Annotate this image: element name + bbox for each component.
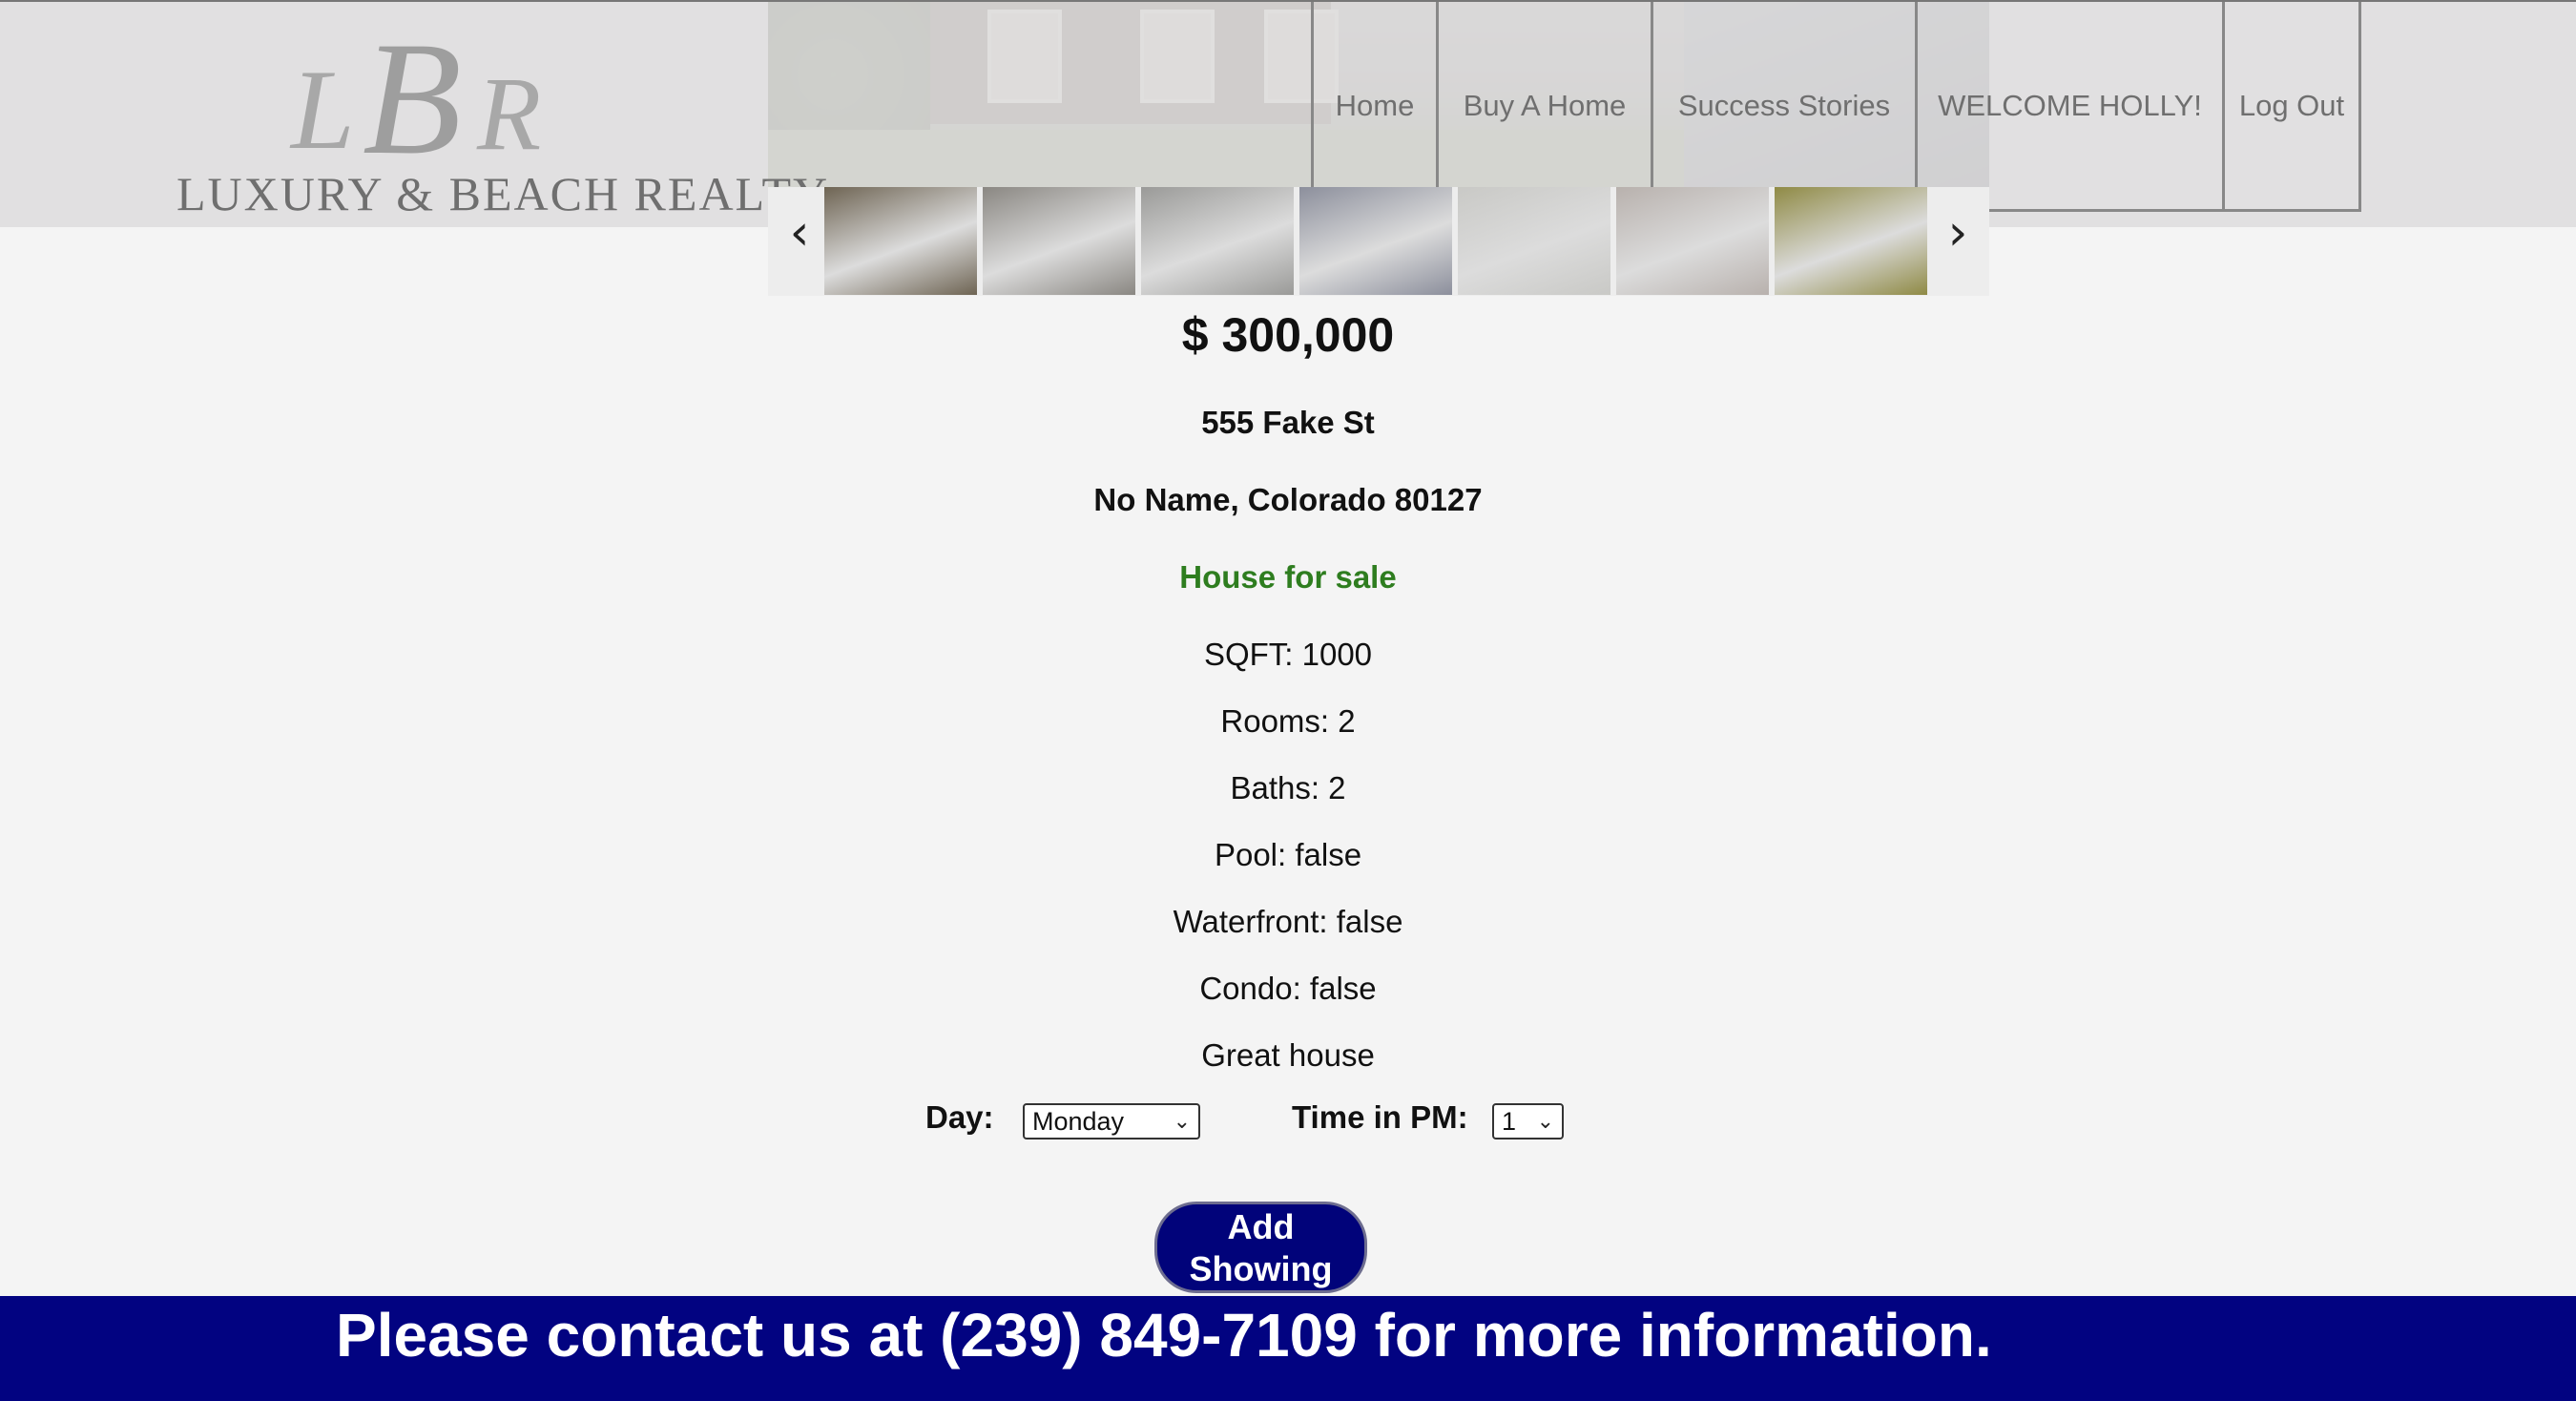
listing-waterfront: Waterfront: false bbox=[1173, 904, 1403, 939]
add-showing-button[interactable]: Add Showing bbox=[1154, 1202, 1367, 1293]
gallery-thumbnail[interactable] bbox=[1775, 187, 1927, 295]
chevron-down-icon: ⌄ bbox=[1173, 1109, 1191, 1133]
brand-logo[interactable]: L B R LUXURY & BEACH REALTY bbox=[172, 9, 827, 225]
nav-buy-a-home[interactable]: Buy A Home bbox=[1436, 2, 1651, 212]
contact-message: Please contact us at (239) 849-7109 for … bbox=[336, 1301, 1992, 1370]
nav-welcome-user: WELCOME HOLLY! bbox=[1915, 2, 2222, 212]
gallery-thumbnail[interactable] bbox=[1458, 187, 1610, 295]
showing-form: Day: Monday ⌄ Time in PM: 1 ⌄ bbox=[0, 1099, 2576, 1147]
nav-success-stories[interactable]: Success Stories bbox=[1651, 2, 1915, 212]
chevron-right-icon[interactable]: › bbox=[1934, 204, 1982, 261]
listing-baths: Baths: 2 bbox=[1230, 770, 1346, 805]
add-showing-label-line1: Add bbox=[1227, 1207, 1295, 1246]
listing-city-state-zip: No Name, Colorado 80127 bbox=[1093, 482, 1483, 517]
brand-name: LUXURY & BEACH REALTY bbox=[177, 167, 830, 220]
main-nav: Home Buy A Home Success Stories WELCOME … bbox=[1311, 2, 2361, 216]
gallery-thumbnail[interactable] bbox=[824, 187, 977, 295]
listing-condo: Condo: false bbox=[1199, 971, 1377, 1006]
add-showing-label-line2: Showing bbox=[1189, 1249, 1333, 1288]
gallery-thumbnail[interactable] bbox=[1299, 187, 1452, 295]
listing-status: House for sale bbox=[1179, 559, 1397, 595]
chevron-left-icon[interactable]: ‹ bbox=[776, 204, 823, 261]
gallery-thumbnail[interactable] bbox=[983, 187, 1135, 295]
photo-gallery: ‹ › bbox=[768, 187, 1989, 296]
listing-pool: Pool: false bbox=[1214, 837, 1362, 872]
chevron-down-icon: ⌄ bbox=[1536, 1109, 1554, 1133]
time-label: Time in PM: bbox=[1292, 1099, 1468, 1135]
time-select[interactable]: 1 ⌄ bbox=[1492, 1103, 1564, 1140]
listing-rooms: Rooms: 2 bbox=[1220, 703, 1356, 739]
logo-monogram: L B R bbox=[291, 9, 542, 188]
day-select-value: Monday bbox=[1032, 1106, 1125, 1136]
day-label: Day: bbox=[925, 1099, 994, 1135]
gallery-thumbnail[interactable] bbox=[1141, 187, 1294, 295]
nav-log-out[interactable]: Log Out bbox=[2222, 2, 2361, 212]
listing-price: $ 300,000 bbox=[1181, 308, 1395, 362]
listing-street: 555 Fake St bbox=[1201, 405, 1375, 440]
gallery-thumbnail[interactable] bbox=[1616, 187, 1769, 295]
contact-footer: Please contact us at (239) 849-7109 for … bbox=[0, 1296, 2576, 1401]
listing-sqft: SQFT: 1000 bbox=[1203, 637, 1373, 672]
listing-description: Great house bbox=[1201, 1037, 1375, 1073]
day-select[interactable]: Monday ⌄ bbox=[1023, 1103, 1200, 1140]
nav-home[interactable]: Home bbox=[1311, 2, 1436, 212]
time-select-value: 1 bbox=[1502, 1106, 1517, 1136]
